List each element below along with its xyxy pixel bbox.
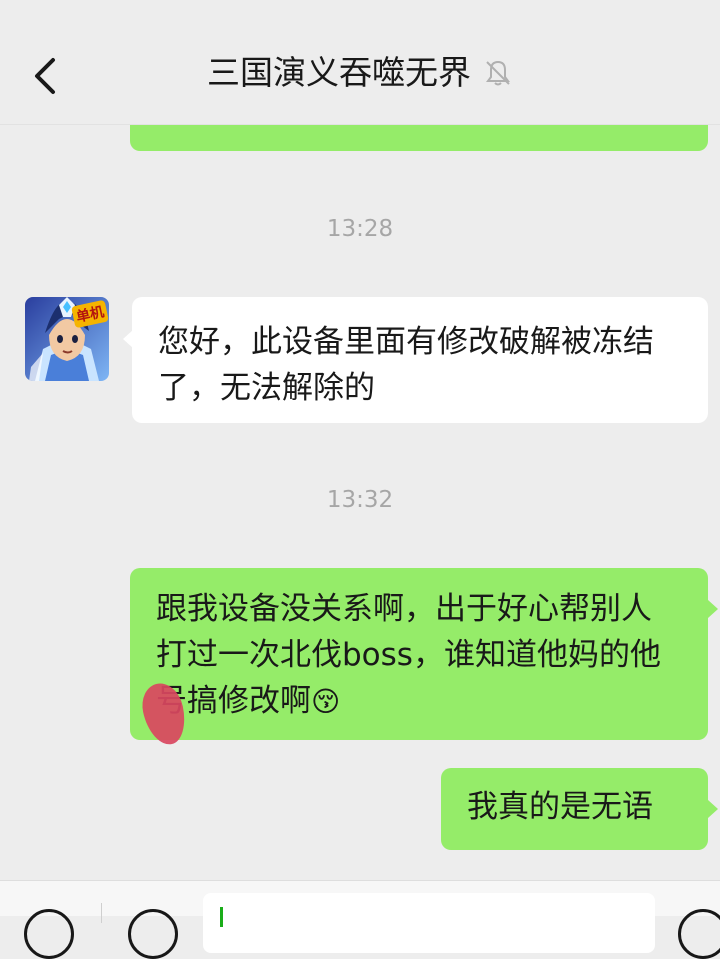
bubble-tail [708, 800, 718, 818]
text-caret [220, 907, 223, 927]
chat-area: 13:28 单机 您好，此设备里面有修改破解被冻结了，无法解除的 13:32 跟… [0, 0, 720, 880]
message-text: 跟我设备没关系啊，出于好心帮别人打过一次北伐boss，谁知道他妈的他号搞修改啊 [156, 591, 661, 719]
message-input[interactable] [203, 893, 655, 953]
bell-muted-icon [483, 58, 513, 88]
divider [101, 903, 102, 923]
message-bubble-sent[interactable]: 我真的是无语 [441, 768, 708, 850]
avatar[interactable]: 单机 [25, 297, 109, 381]
bubble-tail [708, 600, 718, 618]
message-text: 我真的是无语 [467, 789, 653, 825]
chat-header: 三国演义吞噬无界 [0, 0, 720, 125]
message-bubble-received[interactable]: 您好，此设备里面有修改破解被冻结了，无法解除的 [132, 297, 708, 423]
chat-title[interactable]: 三国演义吞噬无界 [207, 50, 471, 96]
timestamp: 13:32 [326, 487, 394, 513]
message-text: 您好，此设备里面有修改破解被冻结了，无法解除的 [158, 324, 654, 406]
message-bubble-sent[interactable]: 跟我设备没关系啊，出于好心帮别人打过一次北伐boss，谁知道他妈的他号搞修改啊😚 [130, 568, 708, 740]
timestamp: 13:28 [326, 216, 394, 242]
emoji-kissing-icon: 😚 [311, 685, 341, 718]
plus-icon[interactable] [678, 909, 720, 959]
voice-icon[interactable] [24, 909, 74, 959]
input-bar [0, 880, 720, 959]
emoji-icon[interactable] [128, 909, 178, 959]
